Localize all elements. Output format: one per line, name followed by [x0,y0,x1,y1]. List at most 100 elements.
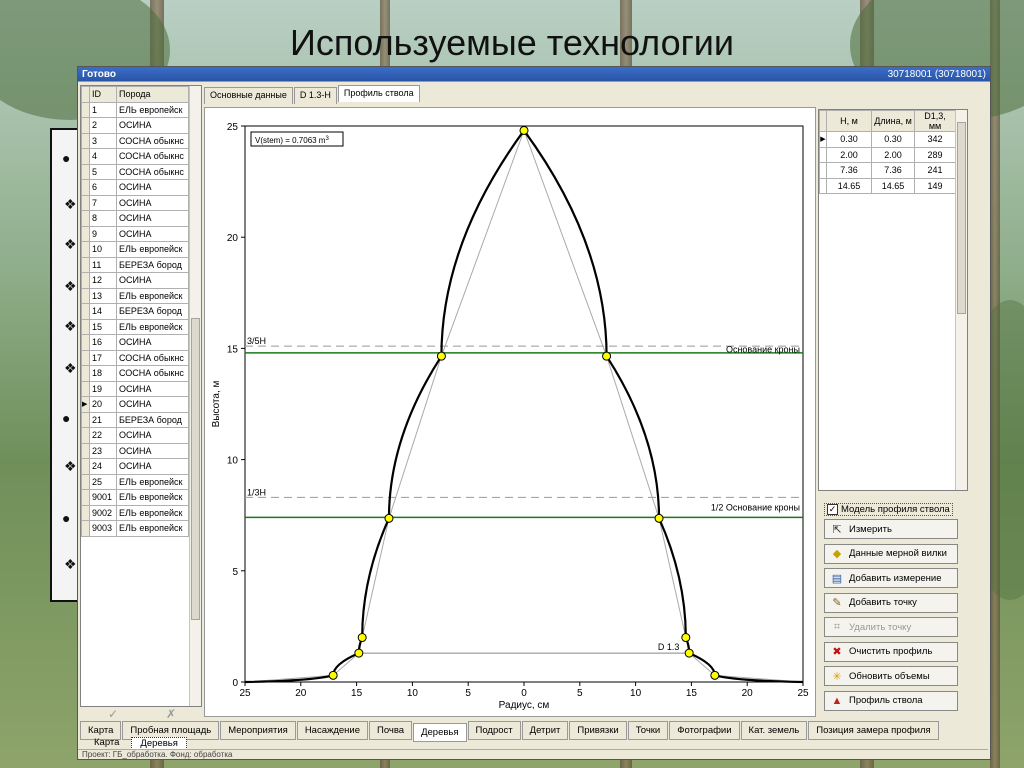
table-row[interactable]: 7 ОСИНА [81,194,189,211]
table-row[interactable]: 7.36 7.36 241 [819,162,956,179]
bottom-tab-4[interactable]: Почва [369,721,413,740]
table-row[interactable]: ▶ 0.30 0.30 342 [819,131,956,148]
row-indicator[interactable] [81,101,90,118]
row-indicator[interactable] [81,473,90,490]
column-header-id[interactable]: ID [89,86,117,103]
stem-profile-chart[interactable]: 25 20 15 10 5 0 5 10 15 20 25 0 5 10 15 20 25 Радиус, см В… [204,107,816,717]
row-indicator[interactable] [819,177,827,194]
table-row[interactable]: 25 ЕЛЬ европейск [81,473,189,490]
row-indicator[interactable] [81,427,90,444]
table-row[interactable]: 23 ОСИНА [81,442,189,459]
update-volumes-button[interactable]: ✳ Обновить объемы [824,666,958,686]
row-indicator[interactable] [819,146,827,163]
column-header-length[interactable]: Длина, м [871,110,915,132]
row-indicator[interactable] [81,179,90,196]
row-indicator[interactable] [81,489,90,506]
profile-point[interactable] [519,125,529,135]
table-row[interactable]: 18 СОСНА обыкнс [81,365,189,382]
row-indicator[interactable] [81,117,90,134]
add-point-button[interactable]: ✎ Добавить точку [824,592,958,613]
clear-profile-button[interactable]: ✖ Очистить профиль [824,641,958,662]
table-row[interactable]: 11 БЕРЕЗА бород [81,256,189,273]
row-indicator[interactable] [81,520,90,537]
table-row[interactable]: ▶ 20 ОСИНА [81,396,189,413]
tab-2[interactable]: Профиль ствола [337,85,420,102]
profile-point[interactable] [681,633,691,643]
row-indicator[interactable] [81,148,90,165]
table-row[interactable]: 8 ОСИНА [81,210,189,227]
table-row[interactable]: 16 ОСИНА [81,334,189,351]
delete-point-button[interactable]: ⌗ Удалить точку [824,617,958,637]
row-selected-icon[interactable]: ▶ [819,131,827,148]
tab-1[interactable]: D 1.3-H [293,87,337,104]
row-indicator[interactable] [81,318,90,335]
bottom-tab-11[interactable]: Кат. земель [740,721,808,740]
measure-button[interactable]: ⇱ Измерить [824,519,958,539]
checkbox-box[interactable]: ✓ [827,504,838,515]
row-indicator[interactable] [81,411,90,428]
table-row[interactable]: 24 ОСИНА [81,458,189,475]
profile-point[interactable] [436,351,446,361]
table-row[interactable]: 13 ЕЛЬ европейск [81,287,189,304]
row-indicator[interactable] [81,210,90,227]
row-indicator[interactable] [81,334,90,351]
cancel-icon[interactable]: ✗ [166,707,176,721]
bottom-tab-2[interactable]: Мероприятия [220,721,296,740]
table-row[interactable]: 22 ОСИНА [81,427,189,444]
table-row[interactable]: 6 ОСИНА [81,179,189,196]
row-indicator[interactable] [81,256,90,273]
row-indicator[interactable] [81,349,90,366]
table-row[interactable]: 10 ЕЛЬ европейск [81,241,189,258]
table-row[interactable]: 14 БЕРЕЗА бород [81,303,189,320]
table-row[interactable]: 5 СОСНА обыкнс [81,163,189,180]
row-indicator[interactable] [81,303,90,320]
table-row[interactable]: 2.00 2.00 289 [819,146,956,163]
table-row[interactable]: 9002 ЕЛЬ европейск [81,504,189,521]
column-header-species[interactable]: Порода [116,86,189,103]
table-row[interactable]: 9003 ЕЛЬ европейск [81,520,189,537]
profile-point[interactable] [654,513,664,523]
add-measurement-button[interactable]: ▤ Добавить измерение [824,568,958,588]
caliper-data-button[interactable]: ◆ Данные мерной вилки [824,543,958,564]
row-indicator[interactable] [81,380,90,397]
table-row[interactable]: 2 ОСИНА [81,117,189,134]
profile-point[interactable] [328,670,338,680]
bottom-tab-12[interactable]: Позиция замера профиля [808,721,939,740]
column-header-diameter[interactable]: D1,3, мм [914,110,956,132]
profile-point[interactable] [684,648,694,658]
grid-scrollbar[interactable] [955,110,967,490]
row-indicator[interactable] [81,365,90,382]
grid-scrollbar-thumb[interactable] [957,122,966,314]
list-scrollbar-thumb[interactable] [191,318,200,620]
row-indicator[interactable] [81,241,90,258]
check-icon[interactable]: ✓ [108,707,118,721]
table-row[interactable]: 9 ОСИНА [81,225,189,242]
row-indicator[interactable] [81,458,90,475]
table-row[interactable]: 14.65 14.65 149 [819,177,956,194]
row-indicator[interactable] [819,162,827,179]
table-row[interactable]: 9001 ЕЛЬ европейск [81,489,189,506]
table-row[interactable]: 4 СОСНА обыкнс [81,148,189,165]
row-selected-icon[interactable]: ▶ [81,396,90,413]
profile-point[interactable] [710,670,720,680]
list-scrollbar[interactable] [189,86,201,706]
row-indicator[interactable] [81,132,90,149]
profile-point[interactable] [384,513,394,523]
row-indicator[interactable] [81,287,90,304]
table-row[interactable]: 12 ОСИНА [81,272,189,289]
profile-point[interactable] [357,633,367,643]
bottom-tab-7[interactable]: Детрит [521,721,569,740]
bottom-tab-3[interactable]: Насаждение [296,721,369,740]
row-indicator[interactable] [81,225,90,242]
stem-profile-button[interactable]: ▲ Профиль ствола [824,690,958,711]
row-indicator[interactable] [81,504,90,521]
table-row[interactable]: 3 СОСНА обыкнс [81,132,189,149]
row-indicator[interactable] [81,272,90,289]
measurements-grid[interactable]: Н, м Длина, м D1,3, мм ▶ 0.30 0.30 342 2.00 2… [818,109,968,491]
chart-svg[interactable]: 25 20 15 10 5 0 5 10 15 20 250510152025Радиус, смВ… [205,108,815,716]
bottom-tab-6[interactable]: Подрост [467,721,521,740]
row-indicator[interactable] [81,163,90,180]
bottom-tab-10[interactable]: Фотографии [669,721,740,740]
row-indicator[interactable] [81,194,90,211]
table-row[interactable]: 15 ЕЛЬ европейск [81,318,189,335]
